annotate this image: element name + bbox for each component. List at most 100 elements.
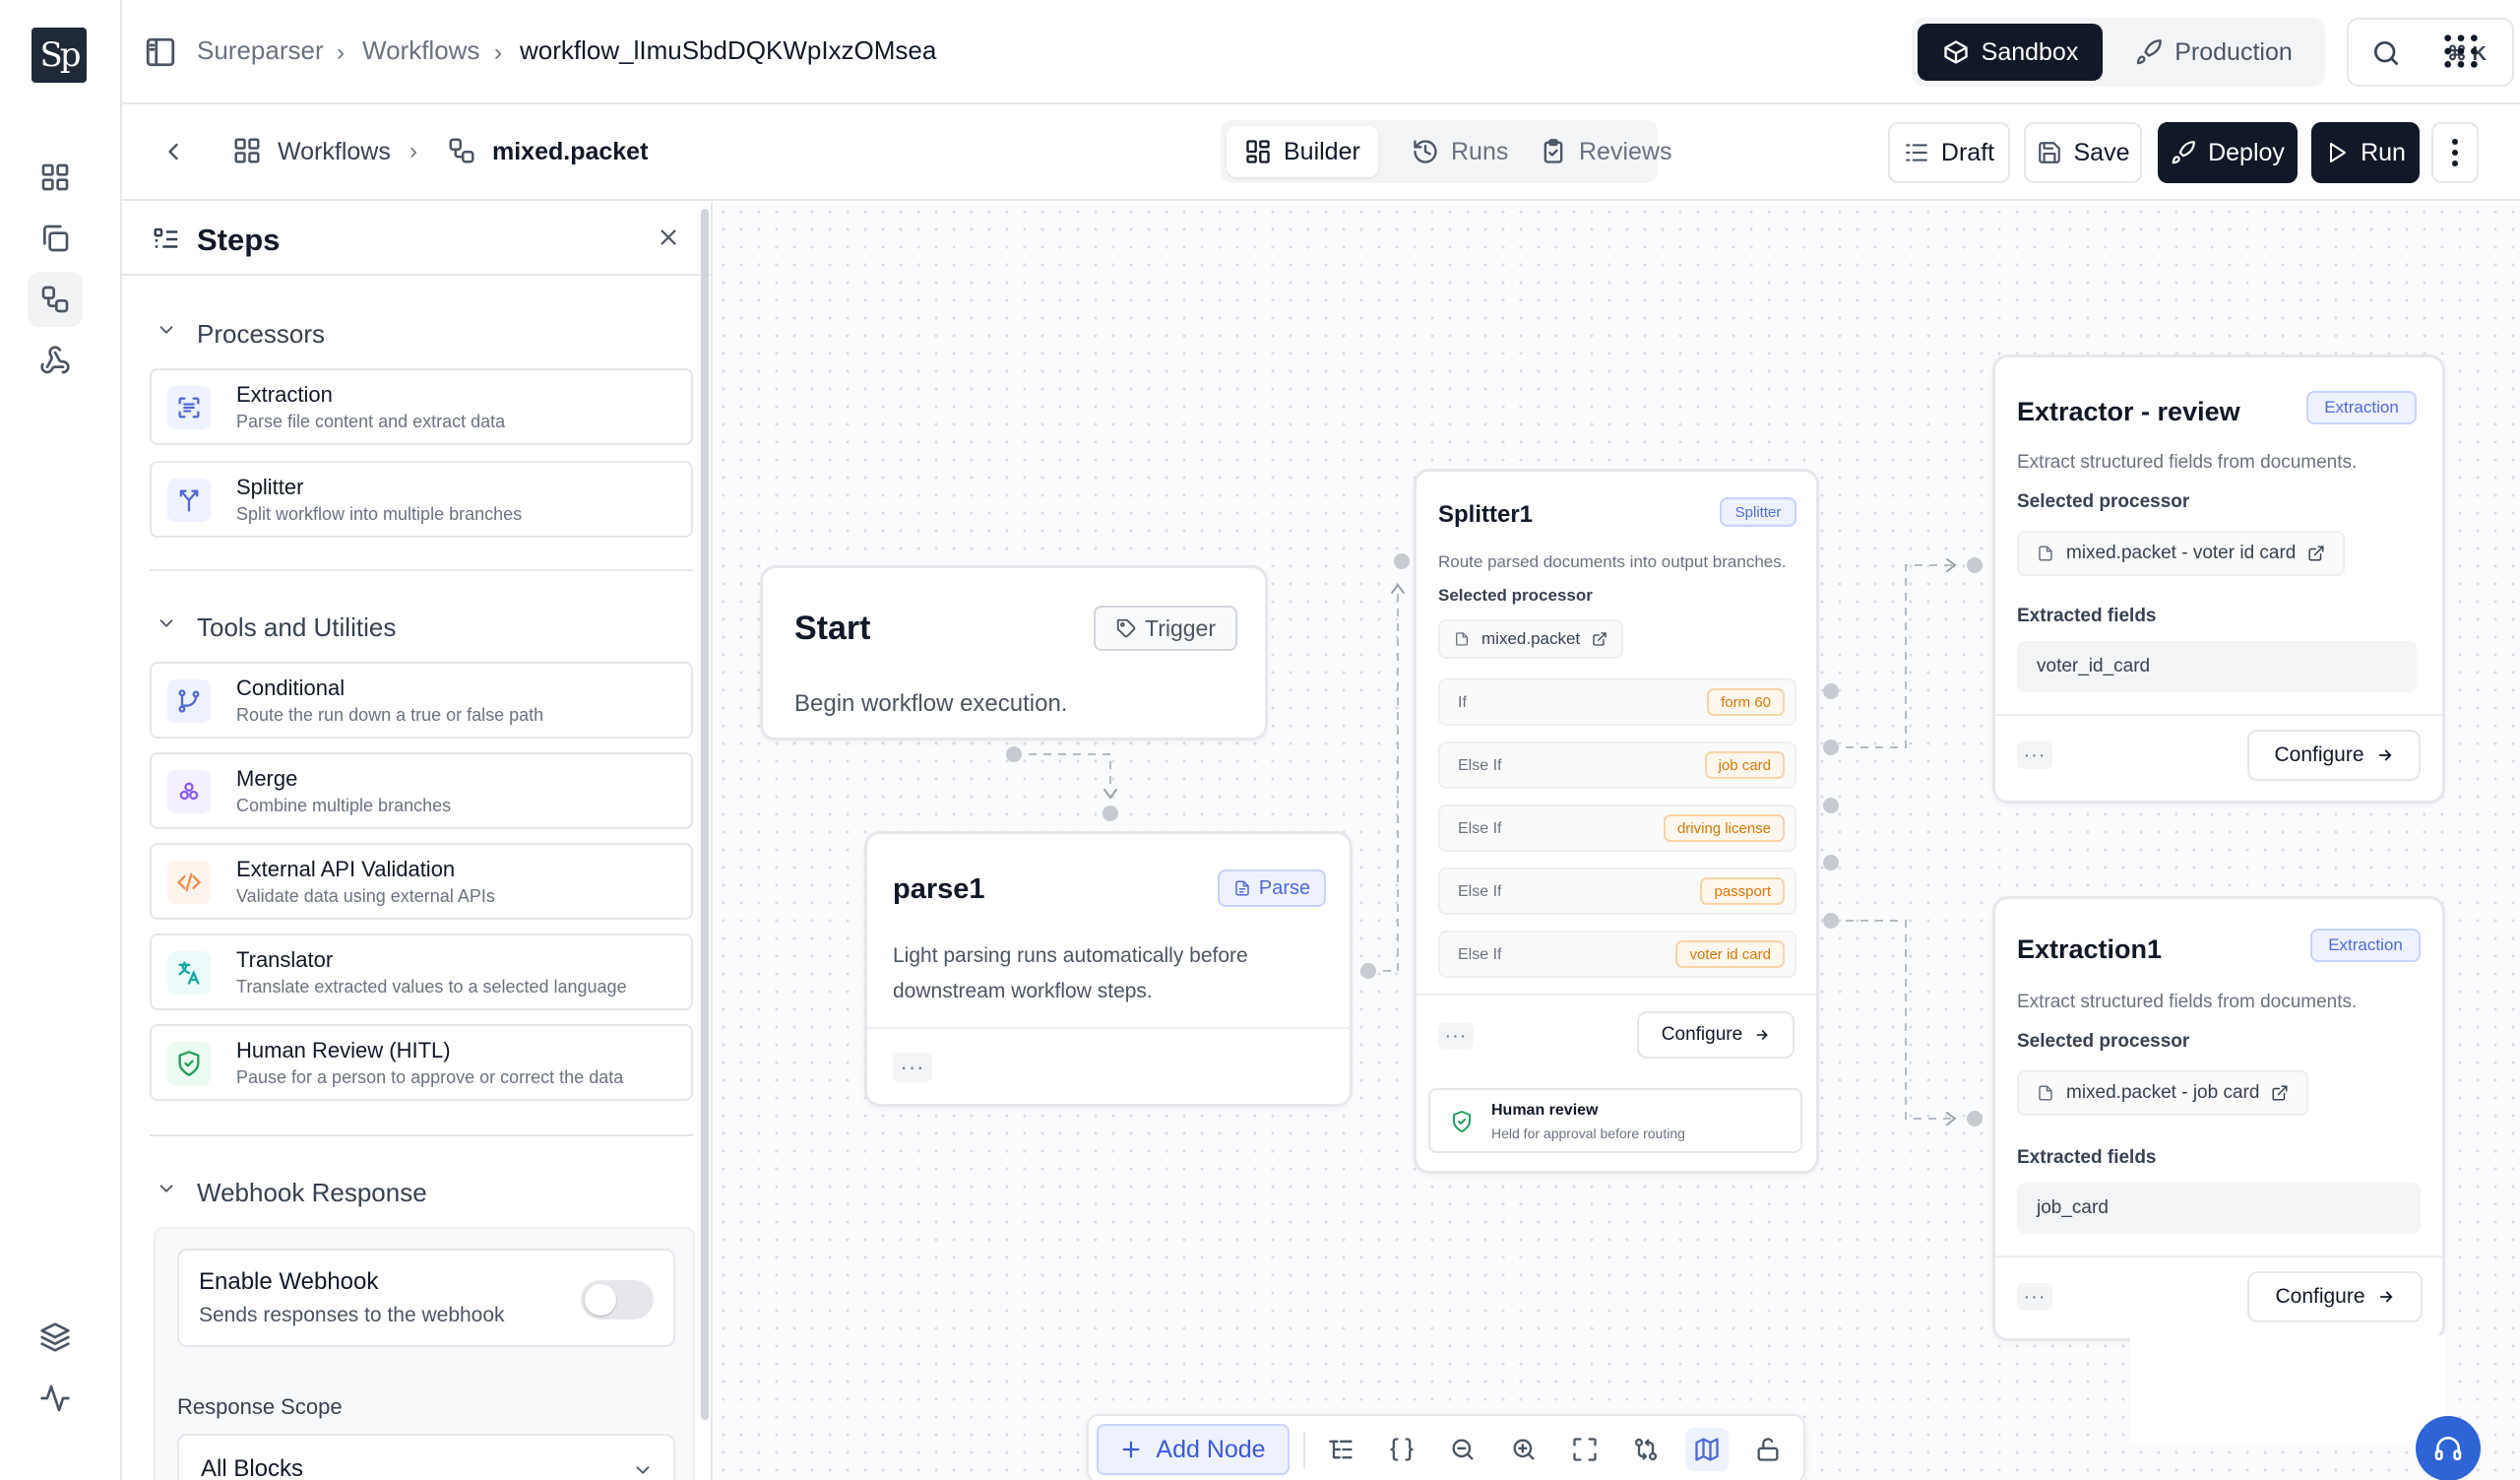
- splitter-configure-button[interactable]: Configure: [1637, 1011, 1795, 1059]
- tab-reviews[interactable]: Reviews: [1522, 126, 1689, 177]
- search-button[interactable]: ⌘ K: [2347, 18, 2514, 87]
- draft-button[interactable]: Draft: [1888, 122, 2010, 183]
- sidebar-toggle-button[interactable]: [144, 35, 177, 69]
- rail-dashboard-button[interactable]: [28, 150, 83, 205]
- rail-webhooks-button[interactable]: [28, 333, 83, 388]
- env-sandbox-label: Sandbox: [1981, 37, 2079, 66]
- step-item-extraction[interactable]: Extraction Parse file content and extrac…: [150, 368, 693, 445]
- zoom-in-button[interactable]: [1502, 1428, 1545, 1471]
- close-steps-button[interactable]: [656, 225, 681, 250]
- extractor-review-more-button[interactable]: ···: [2017, 741, 2052, 769]
- breadcrumb-workflows[interactable]: Workflows: [362, 35, 479, 66]
- json-view-button[interactable]: [1380, 1428, 1423, 1471]
- tools-section-title: Tools and Utilities: [197, 612, 397, 642]
- extractor-review-processor-chip[interactable]: mixed.packet - voter id card: [2017, 531, 2346, 576]
- condition-row[interactable]: Else If job card: [1438, 741, 1796, 789]
- rail-layers-button[interactable]: [28, 1310, 83, 1365]
- tab-builder[interactable]: Builder: [1227, 126, 1378, 177]
- help-support-button[interactable]: [2416, 1416, 2481, 1480]
- save-button[interactable]: Save: [2024, 122, 2142, 183]
- port-splitter-branch[interactable]: [1823, 683, 1839, 699]
- breadcrumb-separator: ›: [494, 39, 502, 66]
- run-button[interactable]: Run: [2311, 122, 2420, 183]
- parse-badge-label: Parse: [1258, 876, 1311, 899]
- minimap-toggle-button[interactable]: [1685, 1428, 1729, 1471]
- port-parse-out[interactable]: [1360, 963, 1376, 979]
- splitter-more-button[interactable]: ···: [1438, 1023, 1474, 1049]
- more-vertical-icon: [2452, 139, 2458, 166]
- sub-crumb-packet: mixed.packet: [492, 138, 649, 165]
- condition-tag: job card: [1704, 751, 1785, 779]
- port-splitter-branch[interactable]: [1823, 855, 1839, 870]
- human-review-banner[interactable]: Human review Held for approval before ro…: [1428, 1088, 1802, 1153]
- port-extractor-review-in[interactable]: [1967, 557, 1983, 573]
- extractor-review-node[interactable]: Extractor - review Extraction Extract st…: [1992, 354, 2445, 804]
- step-item-translator[interactable]: Translator Translate extracted values to…: [150, 933, 693, 1010]
- port-splitter-branch[interactable]: [1823, 913, 1839, 929]
- breadcrumb-sureparser[interactable]: Sureparser: [197, 35, 324, 66]
- back-button[interactable]: [159, 138, 187, 165]
- start-node[interactable]: Start Trigger Begin workflow execution.: [760, 565, 1268, 740]
- merge-icon: [179, 782, 199, 801]
- webhook-collapse[interactable]: [156, 1178, 177, 1199]
- arrow-right-icon: [1756, 1030, 1768, 1040]
- extractor-review-configure-button[interactable]: Configure: [2247, 730, 2421, 781]
- env-production-button[interactable]: Production: [2109, 24, 2319, 81]
- connector-parse-splitter: [1368, 585, 1399, 972]
- apps-menu-button[interactable]: [2441, 32, 2481, 71]
- step-item-merge[interactable]: Merge Combine multiple branches: [150, 752, 693, 829]
- condition-label: Else If: [1458, 757, 1502, 774]
- port-splitter-branch[interactable]: [1823, 798, 1839, 813]
- port-extraction1-in[interactable]: [1967, 1111, 1983, 1126]
- compare-button[interactable]: [1624, 1428, 1668, 1471]
- condition-row[interactable]: Else If passport: [1438, 868, 1796, 915]
- rail-documents-button[interactable]: [28, 211, 83, 266]
- workflow-icon: [41, 286, 69, 313]
- step-item-splitter[interactable]: Splitter Split workflow into multiple br…: [150, 461, 693, 538]
- sub-crumb-workflows[interactable]: Workflows: [278, 138, 391, 166]
- tools-collapse[interactable]: [156, 612, 177, 634]
- step-item-external-api[interactable]: External API Validation Validate data us…: [150, 843, 693, 920]
- parse-node[interactable]: parse1 Parse Light parsing runs automati…: [864, 831, 1353, 1107]
- deploy-button[interactable]: Deploy: [2158, 122, 2298, 183]
- env-sandbox-button[interactable]: Sandbox: [1918, 24, 2103, 81]
- parse-more-button[interactable]: ···: [893, 1053, 932, 1082]
- processors-collapse[interactable]: [156, 319, 177, 341]
- extraction1-processor-chip[interactable]: mixed.packet - job card: [2017, 1070, 2309, 1116]
- step-item-desc: Split workflow into multiple branches: [236, 504, 523, 524]
- zoom-out-button[interactable]: [1441, 1428, 1484, 1471]
- port-splitter-in[interactable]: [1394, 553, 1410, 569]
- add-node-button[interactable]: Add Node: [1097, 1424, 1290, 1475]
- node-footer-divider: [1995, 1255, 2442, 1257]
- splitter-icon: [179, 489, 199, 512]
- steps-scrollbar[interactable]: [701, 209, 709, 1420]
- more-options-button[interactable]: [2431, 122, 2479, 183]
- port-parse-in[interactable]: [1102, 805, 1118, 821]
- file-icon: [1456, 632, 1468, 646]
- response-scope-select[interactable]: All Blocks: [177, 1434, 675, 1480]
- port-start-out[interactable]: [1006, 746, 1022, 762]
- extraction1-more-button[interactable]: ···: [2017, 1283, 2052, 1311]
- condition-row[interactable]: Else If voter id card: [1438, 931, 1796, 978]
- lock-button[interactable]: [1746, 1428, 1790, 1471]
- condition-row[interactable]: Else If driving license: [1438, 804, 1796, 852]
- auto-layout-button[interactable]: [1319, 1428, 1362, 1471]
- rail-workflows-button[interactable]: [28, 272, 83, 327]
- workflow-canvas[interactable]: Start Trigger Begin workflow execution. …: [715, 203, 2520, 1480]
- extraction1-node[interactable]: Extraction1 Extraction Extract structure…: [1992, 896, 2445, 1341]
- tab-runs[interactable]: Runs: [1394, 126, 1526, 177]
- splitter-node[interactable]: Splitter1 Splitter Route parsed document…: [1414, 469, 1819, 1174]
- enable-webhook-toggle[interactable]: [581, 1280, 654, 1319]
- fit-view-button[interactable]: [1563, 1428, 1606, 1471]
- step-item-conditional[interactable]: Conditional Route the run down a true or…: [150, 662, 693, 739]
- rail-activity-button[interactable]: [28, 1371, 83, 1426]
- start-node-title: Start: [794, 610, 871, 647]
- step-item-human-review[interactable]: Human Review (HITL) Pause for a person t…: [150, 1024, 693, 1101]
- file-icon: [2039, 546, 2052, 561]
- maximize-icon: [1573, 1438, 1597, 1461]
- extraction1-configure-button[interactable]: Configure: [2247, 1271, 2423, 1322]
- app-logo[interactable]: Sp: [32, 28, 87, 83]
- splitter-processor-chip[interactable]: mixed.packet: [1438, 619, 1624, 659]
- port-splitter-branch[interactable]: [1823, 740, 1839, 755]
- condition-row[interactable]: If form 60: [1438, 678, 1796, 726]
